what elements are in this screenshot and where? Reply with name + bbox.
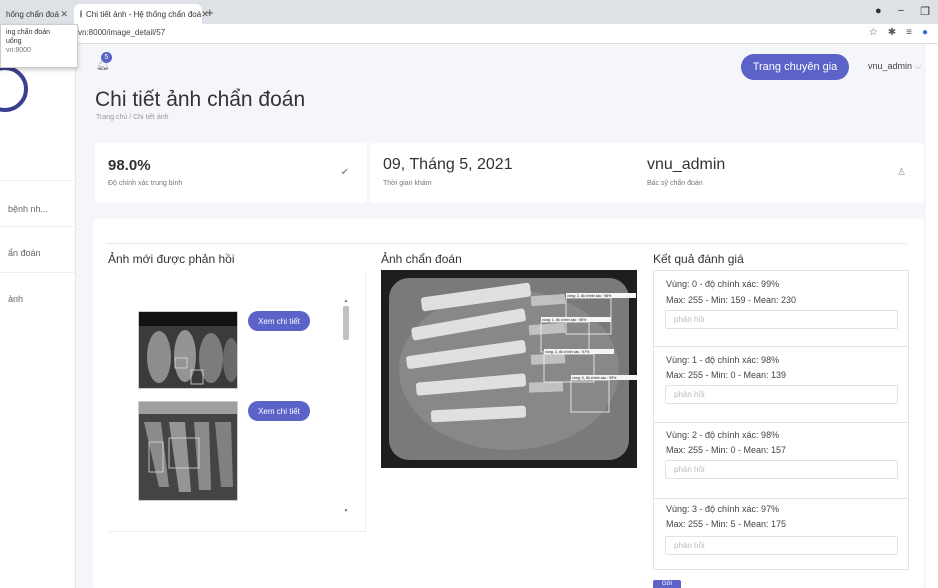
window-controls: ● − ❐ [875,5,930,18]
globe-icon [80,10,82,18]
result-region: Vùng: 2 - độ chính xác: 98% Max: 255 - M… [654,423,908,499]
region-stats: Max: 255 - Min: 5 - Mean: 175 [666,519,787,529]
region-stats: Max: 255 - Min: 0 - Mean: 139 [666,370,787,380]
stat-label: Thời gian khám [383,180,432,187]
region-accuracy: Vùng: 0 - độ chính xác: 99% [666,279,780,289]
stat-value: 09, Tháng 5, 2021 [383,156,513,173]
view-detail-button[interactable]: Xem chi tiết [248,311,310,331]
region-accuracy: Vùng: 2 - độ chính xác: 98% [666,430,780,440]
check-circle-icon: ✔ [340,167,349,178]
submit-button[interactable]: Gửi [653,580,681,588]
tab-title: Chi tiết ảnh - Hệ thống chẩn đoá [86,9,202,19]
region-accuracy: Vùng: 1 - độ chính xác: 98% [666,355,780,365]
sidebar-item-diagnosis[interactable]: ẩn đoán [8,248,41,258]
tab-title: hống chẩn đoá [6,9,59,19]
minimize-icon[interactable]: − [898,5,904,18]
browser-tab-active[interactable]: Chi tiết ảnh - Hệ thống chẩn đoá ✕ [74,4,209,24]
results-list: Vùng: 0 - độ chính xác: 99% Max: 255 - M… [653,270,909,570]
region-stats: Max: 255 - Min: 159 - Mean: 230 [666,295,797,305]
close-tab-icon[interactable]: ✕ [60,9,68,20]
xray-thumbnail[interactable] [138,311,238,389]
browser-tab-bar: hống chẩn đoá ✕ Chi tiết ảnh - Hệ thống … [0,0,938,24]
stat-card-doctor: vnu_admin Bác sỹ chẩn đoán ♙ [634,143,924,203]
region-stats: Max: 255 - Min: 0 - Mean: 157 [666,445,787,455]
tooltip-title-2: uống [6,38,22,45]
box-label: vùng: 1, độ chính xác : 98% [542,318,587,322]
stat-value: vnu_admin [647,156,726,173]
stat-card-date: 09, Tháng 5, 2021 Thời gian khám [370,143,638,203]
browser-tab[interactable]: hống chẩn đoá ✕ [0,4,74,24]
maximize-icon[interactable]: ❐ [920,5,930,18]
sidebar: bệnh nh... ẩn đoán ảnh [0,44,76,588]
tooltip-title: ing chẩn đoán [6,29,50,36]
box-label: vùng: 0, độ chính xác : 99% [572,376,617,380]
expert-page-button[interactable]: Trang chuyên gia [741,54,849,80]
scroll-down-icon[interactable]: ▼ [342,508,350,514]
stat-label: Độ chính xác trung bình [108,180,183,187]
page-title: Chi tiết ảnh chẩn đoán [95,88,306,111]
divider [0,272,76,273]
scrollbar-thumb[interactable] [343,306,349,340]
result-region: Vùng: 0 - độ chính xác: 99% Max: 255 - M… [654,271,908,347]
stat-value: 98.0% [108,157,151,174]
sidebar-item-patients[interactable]: bệnh nh... [8,204,48,214]
address-bar-icons: ☆ ✱ ≡ ● [869,27,928,38]
result-region: Vùng: 3 - độ chính xác: 97% Max: 255 - M… [654,499,908,569]
box-label: vùng: 2, độ chính xác : 98% [567,294,612,298]
new-tab-button[interactable]: + [206,5,214,20]
region-accuracy: Vùng: 3 - độ chính xác: 97% [666,504,780,514]
extensions-icon[interactable]: ✱ [888,27,896,38]
diagnosis-title: Ảnh chẩn đoán [381,252,462,266]
divider [106,243,907,244]
feedback-input[interactable] [665,385,898,404]
reading-list-icon[interactable]: ≡ [906,27,912,38]
divider [0,226,76,227]
chevron-down-icon: ⌵ [914,61,922,71]
tooltip-url: vn:8000 [6,47,31,54]
feedback-scrollbar[interactable]: ▲ ▼ [342,298,350,514]
breadcrumb[interactable]: Trang chủ / Chi tiết ảnh [96,114,169,121]
feedback-title: Ảnh mới được phản hồi [108,252,235,266]
url-text[interactable]: vn:8000/image_detail/57 [78,28,165,37]
user-menu[interactable]: vnu_admin ⌵ [868,61,921,72]
box-label: vùng: 3, độ chính xác : 97% [545,350,590,354]
right-edge [926,44,938,588]
feedback-input[interactable] [665,460,898,479]
star-icon[interactable]: ☆ [869,27,878,38]
app-logo[interactable] [0,66,28,112]
profile-icon[interactable]: ● [875,5,882,18]
diagnosis-xray-image: vùng: 2, độ chính xác : 98% vùng: 1, độ … [381,270,637,468]
user-icon: ♙ [897,167,906,178]
xray-thumbnail[interactable] [138,401,238,501]
notification-badge: 5 [101,52,112,63]
feedback-input[interactable] [665,536,898,555]
stat-card-accuracy: 98.0% Độ chính xác trung bình ✔ [95,143,367,203]
result-region: Vùng: 1 - độ chính xác: 98% Max: 255 - M… [654,347,908,423]
divider [0,180,76,181]
view-detail-button[interactable]: Xem chi tiết [248,401,310,421]
stat-label: Bác sỹ chẩn đoán [647,180,703,187]
tab-tooltip: ing chẩn đoán uống vn:8000 [0,24,78,68]
feedback-input[interactable] [665,310,898,329]
scroll-up-icon[interactable]: ▲ [342,298,350,304]
user-name: vnu_admin [868,61,913,71]
sidebar-item-images[interactable]: ảnh [8,294,23,304]
results-title: Kết quả đánh giá [653,252,744,266]
account-icon[interactable]: ● [922,27,928,38]
address-bar: vn:8000/image_detail/57 ☆ ✱ ≡ ● [0,24,938,44]
